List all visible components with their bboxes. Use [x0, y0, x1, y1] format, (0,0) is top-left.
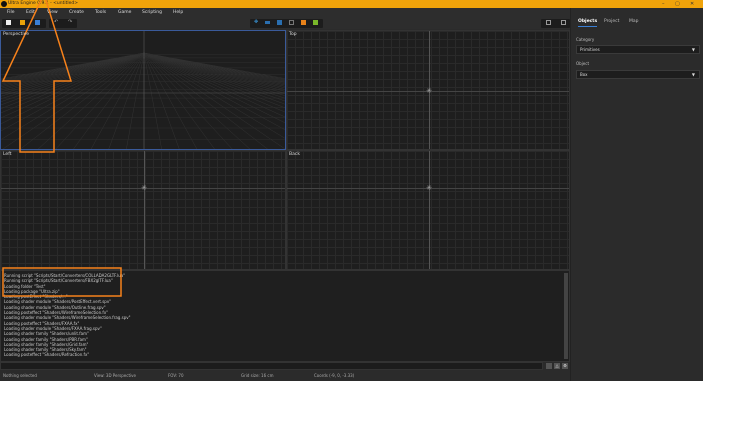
grid-line — [143, 52, 162, 149]
move-icon[interactable]: ✥ — [254, 19, 259, 25]
settings-icon[interactable]: ⚙ — [562, 363, 568, 369]
menu-view[interactable]: View — [47, 8, 58, 17]
category-label: Category — [576, 37, 595, 42]
origin-icon: ✳ — [141, 184, 147, 192]
menu-create[interactable]: Create — [69, 8, 84, 17]
viewport-label: Back — [289, 152, 300, 157]
menu-scripting[interactable]: Scripting — [142, 8, 162, 17]
console-line: Loading posteffect "Shaders/Refraction.f… — [4, 352, 90, 358]
status-coords: Coords (-9, 0, -3.33) — [314, 373, 355, 378]
tab-map[interactable]: Map — [629, 19, 639, 24]
console-scrollbar[interactable] — [564, 273, 568, 359]
open-folder-icon[interactable] — [20, 20, 25, 25]
status-bar: Nothing selected View: 3D Perspective FO… — [0, 371, 570, 381]
status-view: View: 3D Perspective — [94, 373, 136, 378]
scale-icon[interactable] — [277, 20, 282, 25]
viewport-label: Left — [3, 152, 12, 157]
viewport-perspective[interactable]: Perspective — [0, 30, 286, 150]
cube-icon[interactable] — [301, 20, 306, 25]
viewport-back[interactable]: ✳ Back — [286, 150, 570, 270]
warning-filter-icon[interactable]: △ — [554, 363, 560, 369]
redo-icon[interactable]: ↷ — [68, 19, 73, 25]
status-selection: Nothing selected — [3, 373, 37, 378]
chevron-down-icon: ▼ — [691, 72, 695, 77]
menu-bar: File Edit View Create Tools Game Scripti… — [0, 8, 570, 17]
menu-tools[interactable]: Tools — [95, 8, 106, 17]
rotate-icon[interactable] — [265, 21, 270, 24]
window-title: Ultra Engine 0.9.1 - <untitled> — [8, 1, 79, 6]
console-input[interactable] — [0, 362, 543, 370]
status-grid-size: Grid size: 16 cm — [241, 373, 274, 378]
app-logo-icon — [1, 1, 7, 7]
object-select[interactable]: Box ▼ — [576, 70, 700, 79]
maximize-button[interactable]: ▢ — [675, 0, 680, 8]
chevron-down-icon: ▼ — [691, 47, 695, 52]
minimize-button[interactable]: – — [662, 0, 665, 8]
title-bar: Ultra Engine 0.9.1 - <untitled> – ▢ ✕ — [0, 0, 703, 8]
viewport-left[interactable]: ✳ Left — [0, 150, 286, 270]
object-label: Object — [576, 61, 590, 66]
grid-line — [143, 52, 180, 149]
quad-view-icon[interactable] — [561, 20, 566, 25]
origin-icon: ✳ — [426, 184, 432, 192]
grid-line — [126, 52, 145, 149]
close-button[interactable]: ✕ — [690, 0, 694, 8]
menu-game[interactable]: Game — [118, 8, 131, 17]
category-value: Primitives — [580, 47, 600, 52]
viewport-label: Perspective — [3, 32, 30, 37]
grid-line — [108, 52, 145, 149]
console-output: Running script "Scripts/Start/Converters… — [0, 270, 570, 362]
menu-edit[interactable]: Edit — [26, 8, 35, 17]
box-select-icon[interactable] — [289, 20, 294, 25]
category-select[interactable]: Primitives ▼ — [576, 45, 700, 54]
origin-icon: ✳ — [426, 87, 432, 95]
new-file-icon[interactable] — [6, 20, 11, 25]
undo-icon[interactable]: ↶ — [54, 19, 59, 25]
side-panel: Objects Project Map Category Primitives ▼… — [570, 8, 703, 381]
save-icon[interactable] — [35, 20, 40, 25]
toolbar: ↶ ↷ ✥ — [0, 17, 570, 29]
tab-project[interactable]: Project — [604, 19, 619, 24]
clear-console-icon[interactable] — [546, 363, 552, 369]
status-fov: FOV: 70 — [168, 373, 184, 378]
menu-help[interactable]: Help — [173, 8, 183, 17]
single-view-icon[interactable] — [546, 20, 551, 25]
viewport-label: Top — [289, 32, 297, 37]
tab-objects[interactable]: Objects — [578, 19, 598, 27]
perspective-grid — [1, 31, 285, 149]
object-value: Box — [580, 72, 588, 77]
viewport-top[interactable]: ✳ Top — [286, 30, 570, 150]
play-icon[interactable] — [313, 20, 318, 25]
menu-file[interactable]: File — [7, 8, 15, 17]
editor-window: Ultra Engine 0.9.1 - <untitled> – ▢ ✕ Fi… — [0, 0, 703, 381]
